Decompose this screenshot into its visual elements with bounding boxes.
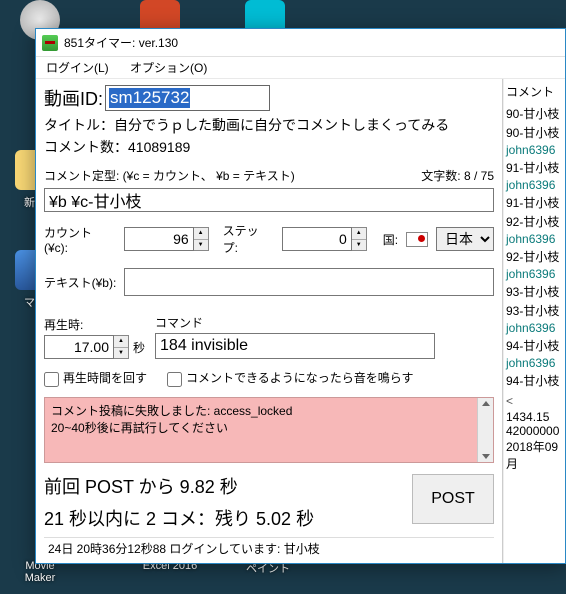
comment-item[interactable]: 93-甘小枝	[506, 282, 563, 301]
chk-sound[interactable]	[167, 372, 182, 387]
comment-item[interactable]: john6396	[506, 266, 563, 282]
flag-icon	[406, 232, 428, 247]
comment-item[interactable]: john6396	[506, 355, 563, 371]
title-line: タイトル：自分でうｐした動画に自分でコメントしまくってみる	[44, 115, 494, 135]
comment-item[interactable]: 91-甘小枝	[506, 158, 563, 177]
video-id-value: sm125732	[109, 88, 190, 108]
country-label: 国:	[383, 231, 398, 248]
text-input[interactable]	[124, 268, 494, 296]
comment-item[interactable]: 92-甘小枝	[506, 212, 563, 231]
text-label: テキスト(¥b):	[44, 274, 116, 291]
status-prev: 前回 POST から 9.82 秒	[44, 473, 412, 499]
video-id-input[interactable]: sm125732	[105, 85, 270, 111]
chk-sound-label[interactable]: コメントできるようになったら音を鳴らす	[167, 369, 414, 386]
step-up[interactable]: ▲	[352, 228, 366, 240]
comment-item[interactable]: 94-甘小枝	[506, 371, 563, 390]
step-spinner[interactable]: ▲▼	[282, 227, 367, 251]
side-bottom-1: 1434.15	[506, 410, 563, 424]
country-select[interactable]: 日本	[436, 227, 494, 251]
command-input[interactable]	[155, 333, 435, 359]
desktop-label: ペイント	[246, 563, 290, 575]
step-input[interactable]	[282, 227, 352, 251]
comment-item[interactable]: 90-甘小枝	[506, 123, 563, 142]
status-next: 21 秒以内に 2 コメ：残り 5.02 秒	[44, 505, 412, 531]
comment-item[interactable]: john6396	[506, 320, 563, 336]
step-down[interactable]: ▼	[352, 240, 366, 251]
sidebar-scroll-left[interactable]: <	[506, 394, 563, 408]
play-down[interactable]: ▼	[114, 348, 128, 359]
comment-item[interactable]: 93-甘小枝	[506, 301, 563, 320]
menu-login[interactable]: ログイン(L)	[46, 61, 109, 75]
play-spinner[interactable]: ▲▼	[44, 335, 129, 359]
log-line-2: 20~40秒後に再試行してください	[51, 419, 487, 436]
log-scrollbar[interactable]	[477, 398, 493, 462]
count-label: カウント(¥c):	[44, 224, 116, 255]
play-input[interactable]	[44, 335, 114, 359]
count-down[interactable]: ▼	[194, 240, 208, 251]
menubar: ログイン(L) オプション(O)	[36, 57, 565, 79]
command-label: コマンド	[155, 314, 494, 331]
count-up[interactable]: ▲	[194, 228, 208, 240]
video-id-label: 動画ID:	[44, 85, 103, 111]
side-bottom-2: 42000000	[506, 424, 563, 438]
comment-list[interactable]: 90-甘小枝90-甘小枝john639691-甘小枝john639691-甘小枝…	[506, 104, 563, 390]
side-bottom-3: 2018年09月	[506, 438, 563, 472]
count-spinner[interactable]: ▲▼	[124, 227, 209, 251]
chk-loop[interactable]	[44, 372, 59, 387]
seconds-label: 秒	[133, 339, 145, 356]
template-label: コメント定型: (¥c = カウント、 ¥b = テキスト)	[44, 167, 295, 184]
post-button[interactable]: POST	[412, 474, 494, 524]
app-icon	[42, 35, 58, 51]
comment-item[interactable]: john6396	[506, 231, 563, 247]
comment-item[interactable]: 92-甘小枝	[506, 247, 563, 266]
char-count: 文字数: 8 / 75	[421, 167, 494, 184]
play-label: 再生時:	[44, 316, 145, 333]
menu-option[interactable]: オプション(O)	[130, 61, 207, 75]
comment-item[interactable]: 91-甘小枝	[506, 193, 563, 212]
template-input[interactable]	[44, 188, 494, 212]
log-box: コメント投稿に失敗しました: access_locked 20~40秒後に再試行…	[44, 397, 494, 463]
comment-item[interactable]: john6396	[506, 142, 563, 158]
step-label: ステップ:	[223, 222, 274, 256]
app-window: 851タイマー: ver.130 ログイン(L) オプション(O) 動画ID: …	[35, 28, 566, 564]
comment-item[interactable]: 94-甘小枝	[506, 336, 563, 355]
chk-loop-label[interactable]: 再生時間を回す	[44, 369, 147, 386]
comment-item[interactable]: john6396	[506, 177, 563, 193]
sidebar-header: コメント	[506, 83, 563, 100]
log-line-1: コメント投稿に失敗しました: access_locked	[51, 402, 487, 419]
play-up[interactable]: ▲	[114, 336, 128, 348]
comment-item[interactable]: 90-甘小枝	[506, 104, 563, 123]
count-input[interactable]	[124, 227, 194, 251]
comment-sidebar: コメント 90-甘小枝90-甘小枝john639691-甘小枝john63969…	[503, 79, 565, 563]
titlebar[interactable]: 851タイマー: ver.130	[36, 29, 565, 57]
comment-count-line: コメント数：41089189	[44, 137, 494, 157]
status-bar: 24日 20時36分12秒88 ログインしています: 甘小枝	[44, 537, 494, 559]
window-title: 851タイマー: ver.130	[64, 34, 178, 51]
